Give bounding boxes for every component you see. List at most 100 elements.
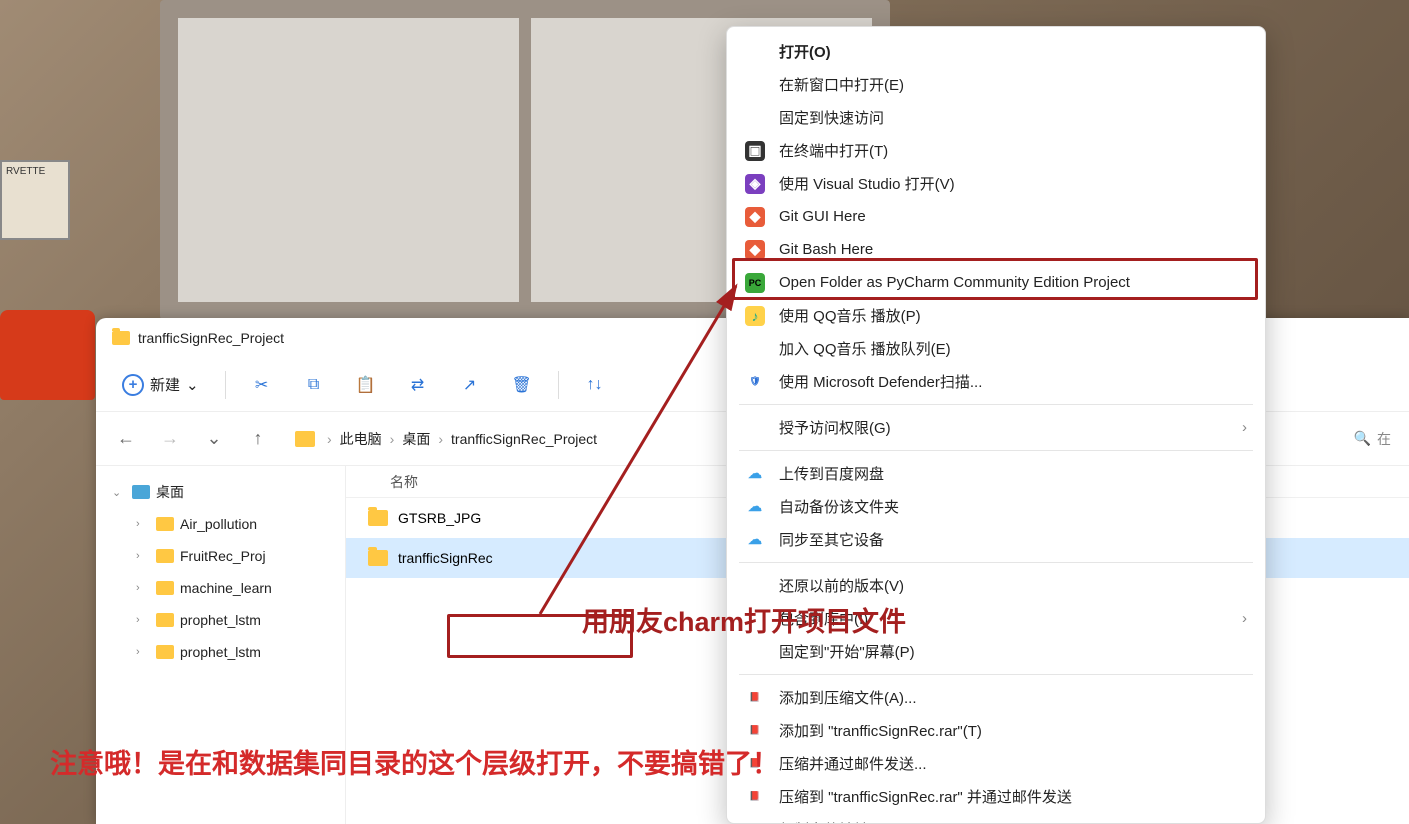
menu-item-label: 在新窗口中打开(E) bbox=[779, 74, 904, 95]
new-button-label: 新建 bbox=[150, 374, 180, 395]
menu-item-label: Git GUI Here bbox=[779, 208, 866, 225]
menu-item-label: Open Folder as PyCharm Community Edition… bbox=[779, 274, 1130, 291]
folder-icon bbox=[368, 510, 388, 526]
forward-button[interactable]: → bbox=[154, 423, 186, 455]
folder-icon bbox=[156, 613, 174, 627]
menu-item-icon: 📕 bbox=[745, 754, 765, 774]
delete-button[interactable]: 🗑 bbox=[500, 363, 544, 407]
rename-icon: ⇄ bbox=[411, 375, 424, 395]
context-menu-item[interactable]: 固定到"开始"屏幕(P) bbox=[727, 635, 1265, 668]
menu-item-label: 使用 Visual Studio 打开(V) bbox=[779, 173, 955, 194]
context-menu-item[interactable]: ☁ 同步至其它设备 bbox=[727, 523, 1265, 556]
tree-node-folder[interactable]: › machine_learn bbox=[96, 572, 345, 604]
chevron-down-icon: ⌄ bbox=[186, 376, 199, 394]
context-menu-item[interactable]: 📕添加到 "tranfficSignRec.rar"(T) bbox=[727, 714, 1265, 747]
menu-item-label: 加入 QQ音乐 播放队列(E) bbox=[779, 338, 951, 359]
tree-label: machine_learn bbox=[180, 580, 272, 596]
desktop-icon bbox=[132, 485, 150, 499]
chevron-right-icon: › bbox=[390, 431, 395, 447]
chevron-right-icon: › bbox=[327, 431, 332, 447]
menu-item-icon: ☁ bbox=[745, 497, 765, 517]
folder-icon bbox=[156, 549, 174, 563]
trash-icon: 🗑 bbox=[511, 375, 531, 395]
cut-button[interactable]: ✂ bbox=[240, 363, 284, 407]
breadcrumb-segment[interactable]: 桌面 bbox=[402, 429, 430, 449]
context-menu-item[interactable]: ♪ 使用 QQ音乐 播放(P) bbox=[727, 299, 1265, 332]
tree-label: FruitRec_Proj bbox=[180, 548, 266, 564]
rename-button[interactable]: ⇄ bbox=[396, 363, 440, 407]
context-menu-item[interactable]: ▣在终端中打开(T) bbox=[727, 134, 1265, 167]
context-menu-item[interactable]: ☁上传到百度网盘 bbox=[727, 457, 1265, 490]
search-input[interactable]: 🔍 在 bbox=[1350, 429, 1395, 449]
context-menu-item[interactable]: 📕添加到压缩文件(A)... bbox=[727, 681, 1265, 714]
context-menu-item[interactable]: ◆Git GUI Here bbox=[727, 200, 1265, 233]
menu-item-label: 固定到"开始"屏幕(P) bbox=[779, 641, 915, 662]
menu-item-label: 使用 QQ音乐 播放(P) bbox=[779, 305, 921, 326]
menu-item-label: 上传到百度网盘 bbox=[779, 463, 884, 484]
tree-node-folder[interactable]: › Air_pollution bbox=[96, 508, 345, 540]
search-placeholder: 在 bbox=[1377, 429, 1391, 449]
context-menu-item[interactable]: 包含到库中(I)› bbox=[727, 602, 1265, 635]
arrow-left-icon: ← bbox=[117, 428, 135, 449]
context-menu-item[interactable]: ◈使用 Visual Studio 打开(V) bbox=[727, 167, 1265, 200]
menu-item-label: 添加到 "tranfficSignRec.rar"(T) bbox=[779, 720, 982, 741]
menu-separator bbox=[739, 450, 1253, 451]
breadcrumb[interactable]: › 此电脑 › 桌面 › tranfficSignRec_Project bbox=[286, 421, 606, 457]
context-menu-item[interactable]: PCOpen Folder as PyCharm Community Editi… bbox=[727, 266, 1265, 299]
column-header-label: 名称 bbox=[390, 472, 418, 492]
up-button[interactable]: ↑ bbox=[242, 423, 274, 455]
menu-item-icon: ♪ bbox=[745, 306, 765, 326]
context-menu-item[interactable]: 📕 压缩并通过邮件发送... bbox=[727, 747, 1265, 780]
expand-icon: › bbox=[136, 550, 150, 562]
share-button[interactable]: ↗ bbox=[448, 363, 492, 407]
context-menu-item[interactable]: ◆Git Bash Here bbox=[727, 233, 1265, 266]
sort-icon: ↑↓ bbox=[587, 376, 603, 394]
menu-item-label: 还原以前的版本(V) bbox=[779, 575, 904, 596]
menu-item-icon: ☁ bbox=[745, 530, 765, 550]
menu-item-icon: ▣ bbox=[745, 141, 765, 161]
menu-item-icon: ◆ bbox=[745, 240, 765, 260]
folder-icon bbox=[368, 550, 388, 566]
tree-node-folder[interactable]: ›prophet_lstm bbox=[96, 604, 345, 636]
share-icon: ↗ bbox=[463, 375, 476, 395]
context-menu-item[interactable]: 📕压缩到 "tranfficSignRec.rar" 并通过邮件发送 bbox=[727, 780, 1265, 813]
context-menu-item[interactable]: 授予访问权限(G)› bbox=[727, 411, 1265, 444]
copy-icon: ⧉ bbox=[308, 376, 319, 394]
tree-node-folder[interactable]: › FruitRec_Proj bbox=[96, 540, 345, 572]
menu-item-label: 压缩并通过邮件发送... bbox=[779, 753, 927, 774]
tree-label: prophet_lstm bbox=[180, 644, 261, 660]
copy-button[interactable]: ⧉ bbox=[292, 363, 336, 407]
menu-item-label: 添加到压缩文件(A)... bbox=[779, 687, 917, 708]
wallpaper-sign: RVETTE bbox=[0, 160, 70, 240]
paste-button[interactable]: 📋 bbox=[344, 363, 388, 407]
menu-separator bbox=[739, 404, 1253, 405]
tree-node-desktop[interactable]: ⌄ 桌面 bbox=[96, 476, 345, 508]
breadcrumb-segment[interactable]: 此电脑 bbox=[340, 429, 382, 449]
context-menu-item[interactable]: 加入 QQ音乐 播放队列(E) bbox=[727, 332, 1265, 365]
tree-node-folder[interactable]: ›prophet_lstm bbox=[96, 636, 345, 668]
breadcrumb-segment[interactable]: tranfficSignRec_Project bbox=[451, 431, 597, 447]
back-button[interactable]: ← bbox=[110, 423, 142, 455]
clipboard-icon: 📋 bbox=[356, 375, 376, 395]
tree-label: prophet_lstm bbox=[180, 612, 261, 628]
context-menu-item[interactable]: 打开(O) bbox=[727, 35, 1265, 68]
menu-item-icon: 📕 bbox=[745, 787, 765, 807]
context-menu-item[interactable]: 固定到快速访问 bbox=[727, 101, 1265, 134]
context-menu-item[interactable]: 还原以前的版本(V) bbox=[727, 569, 1265, 602]
context-menu-item[interactable]: 在新窗口中打开(E) bbox=[727, 68, 1265, 101]
sort-button[interactable]: ↑↓ bbox=[573, 363, 617, 407]
expand-icon: › bbox=[136, 518, 150, 530]
menu-item-label: 包含到库中(I) bbox=[779, 608, 868, 629]
menu-item-label: 同步至其它设备 bbox=[779, 529, 884, 550]
menu-item-icon: 🛡 bbox=[745, 372, 765, 392]
context-menu-item[interactable]: 复制文件地址(A) bbox=[727, 813, 1265, 824]
folder-icon bbox=[156, 645, 174, 659]
new-button[interactable]: + 新建 ⌄ bbox=[110, 365, 211, 405]
recent-button[interactable]: ⌄ bbox=[198, 423, 230, 455]
context-menu-item[interactable]: ☁ 自动备份该文件夹 bbox=[727, 490, 1265, 523]
expand-icon: › bbox=[136, 582, 150, 594]
context-menu-item[interactable]: 🛡使用 Microsoft Defender扫描... bbox=[727, 365, 1265, 398]
menu-item-label: 自动备份该文件夹 bbox=[779, 496, 899, 517]
tree-label: 桌面 bbox=[156, 482, 184, 502]
tree-label: Air_pollution bbox=[180, 516, 257, 532]
